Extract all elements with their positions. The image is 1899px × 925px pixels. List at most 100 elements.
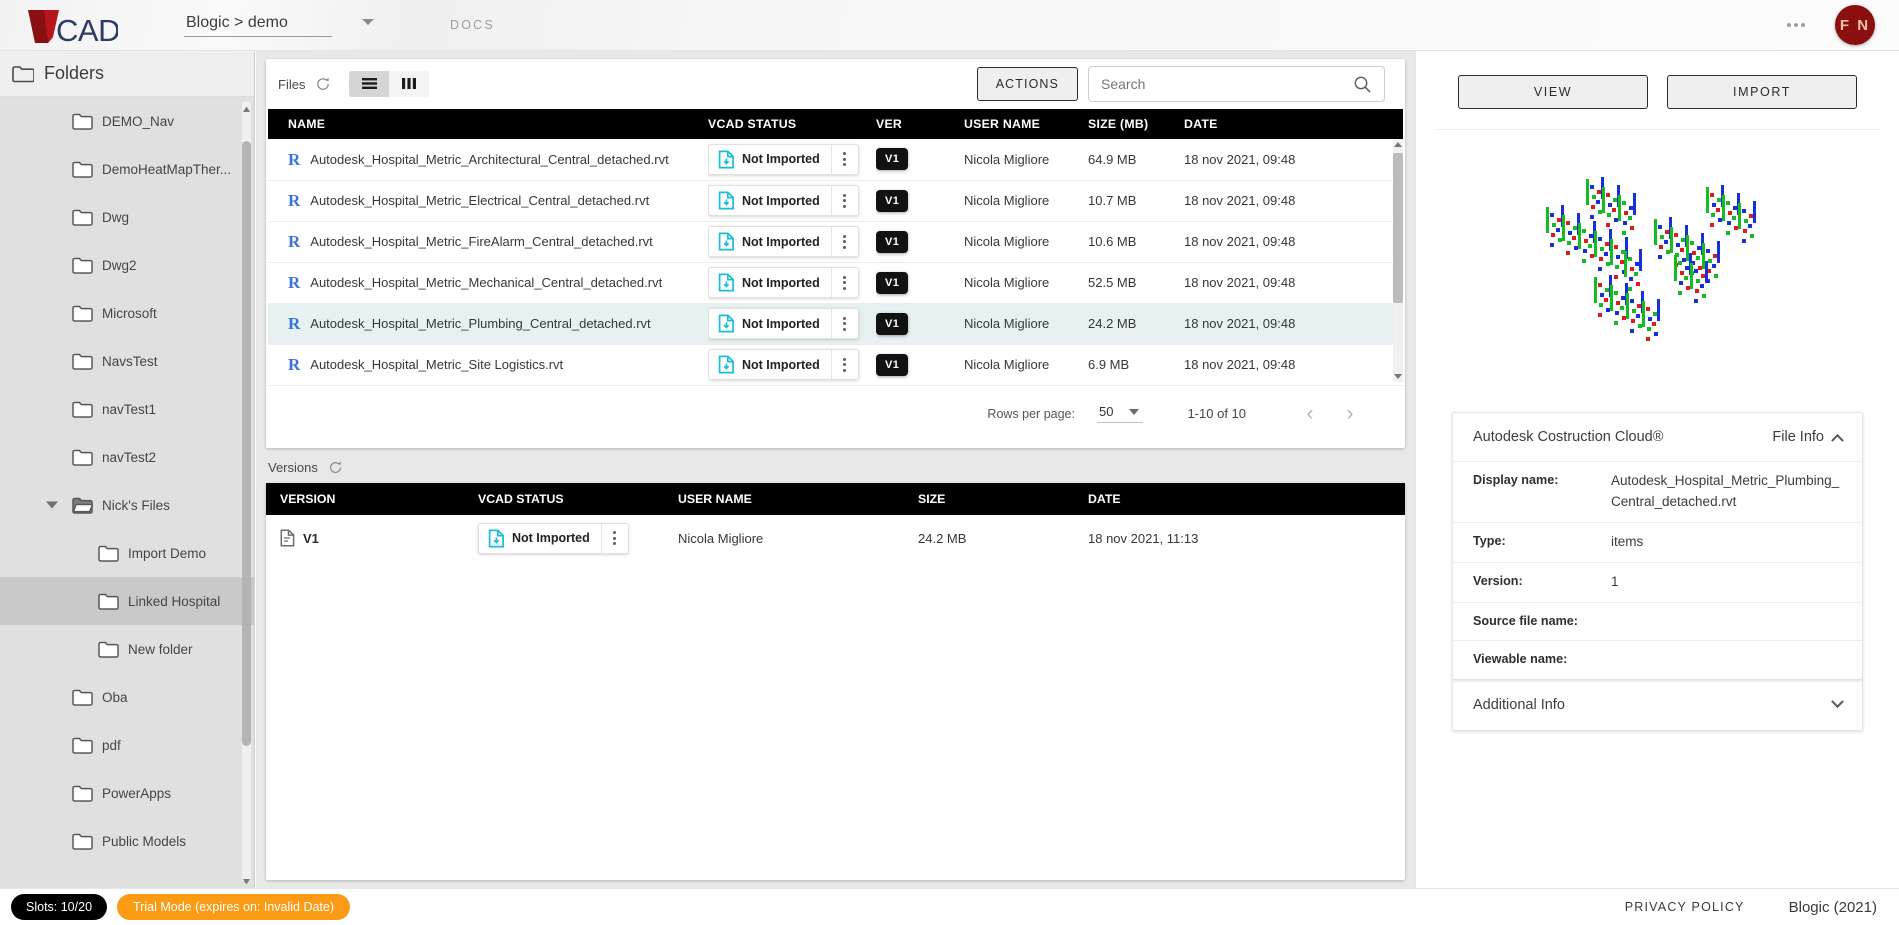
cell-name[interactable]: R Autodesk_Hospital_Metric_Architectural_… [268,139,708,181]
cell-status[interactable]: Not Imported [708,180,876,222]
cell-status[interactable]: Not Imported [478,515,678,561]
sidebar-item-demoheatmapther[interactable]: DemoHeatMapTher... [0,145,254,193]
sidebar-item-dwg2[interactable]: Dwg2 [0,241,254,289]
previous-page-button[interactable]: ‹ [1290,394,1330,434]
status-chip[interactable]: Not Imported [708,308,859,339]
status-chip-body[interactable]: Not Imported [709,273,831,292]
files-scroll-thumb[interactable] [1393,153,1403,303]
table-row[interactable]: R Autodesk_Hospital_Metric_Site Logistics… [268,344,1403,386]
search-input[interactable] [1101,76,1353,92]
actions-button[interactable]: ACTIONS [976,67,1078,101]
sidebar-item-dwg[interactable]: Dwg [0,193,254,241]
col-size[interactable]: SIZE [918,483,1088,515]
additional-info-toggle[interactable]: Additional Info [1452,679,1863,731]
status-chip-body[interactable]: Not Imported [709,314,831,333]
col-version[interactable]: VERSION [266,483,478,515]
row-menu-icon[interactable] [832,268,858,297]
sidebar-item-pdf[interactable]: pdf [0,721,254,769]
refresh-icon[interactable] [328,460,343,475]
status-chip[interactable]: Not Imported [708,185,859,216]
col-user-name[interactable]: USER NAME [964,109,1088,139]
table-row[interactable]: R Autodesk_Hospital_Metric_Electrical_Cen… [268,180,1403,222]
row-menu-icon[interactable] [832,145,858,174]
sidebar-item-navtest1[interactable]: navTest1 [0,385,254,433]
scroll-up-icon[interactable] [242,101,251,112]
docs-link[interactable]: DOCS [450,18,495,32]
status-chip[interactable]: Not Imported [478,522,629,554]
cell-name[interactable]: R Autodesk_Hospital_Metric_Mechanical_Cen… [268,262,708,304]
sidebar-item-nick-s-files[interactable]: Nick's Files [0,481,254,529]
sidebar-item-public-models[interactable]: Public Models [0,817,254,865]
chevron-down-icon[interactable] [46,501,58,509]
cell-status[interactable]: Not Imported [708,139,876,181]
col-user-name[interactable]: USER NAME [678,483,918,515]
privacy-policy-link[interactable]: PRIVACY POLICY [1625,900,1745,914]
status-chip[interactable]: Not Imported [708,143,859,175]
next-page-button[interactable]: › [1330,394,1370,434]
status-chip-body[interactable]: Not Imported [709,150,831,169]
row-menu-icon[interactable] [602,524,628,553]
table-row[interactable]: R Autodesk_Hospital_Metric_FireAlarm_Cent… [268,221,1403,263]
sidebar-item-demo-nav[interactable]: DEMO_Nav [0,97,254,145]
status-chip-body[interactable]: Not Imported [709,232,831,251]
sidebar-item-new-folder[interactable]: New folder [0,625,254,673]
sidebar-item-navtest2[interactable]: navTest2 [0,433,254,481]
project-selector[interactable]: Blogic > demo [184,14,374,37]
row-menu-icon[interactable] [832,227,858,256]
table-row[interactable]: R Autodesk_Hospital_Metric_Plumbing_Centr… [268,303,1403,345]
sidebar-scroll-thumb[interactable] [242,141,251,746]
sidebar-item-microsoft[interactable]: Microsoft [0,289,254,337]
col-size[interactable]: SIZE (MB) [1088,109,1184,139]
avatar[interactable]: F N [1835,5,1875,45]
scroll-up-icon[interactable] [1394,142,1402,147]
table-row[interactable]: R Autodesk_Hospital_Metric_Mechanical_Cen… [268,262,1403,304]
model-preview[interactable] [1416,130,1899,400]
col-vcad-status[interactable]: VCAD STATUS [708,109,876,139]
list-view-button[interactable] [349,71,390,97]
col-date[interactable]: DATE [1088,483,1405,515]
grid-view-button[interactable] [389,71,430,97]
refresh-icon[interactable] [315,76,331,92]
cell-name[interactable]: R Autodesk_Hospital_Metric_Electrical_Cen… [268,180,708,222]
sidebar-item-oba[interactable]: Oba [0,673,254,721]
sidebar-scrollbar[interactable] [242,101,251,885]
col-date[interactable]: DATE [1184,109,1403,139]
scroll-down-icon[interactable] [242,873,251,885]
cell-name[interactable]: R Autodesk_Hospital_Metric_Site Logistics… [268,344,708,386]
import-button[interactable]: IMPORT [1667,75,1857,109]
status-chip-body[interactable]: Not Imported [479,529,601,548]
sidebar-item-navstest[interactable]: NavsTest [0,337,254,385]
cell-name[interactable]: R Autodesk_Hospital_Metric_FireAlarm_Cent… [268,221,708,263]
col-name[interactable]: NAME [268,109,708,139]
table-row[interactable]: R Autodesk_Hospital_Metric_Architectural_… [268,139,1403,181]
vcad-logo[interactable]: CAD [26,3,118,47]
table-row[interactable]: V1 Not Imported Nicola Migliore 24.2 MB 18… [266,515,1405,561]
sidebar-item-linked-hospital[interactable]: Linked Hospital [0,577,254,625]
cell-status[interactable]: Not Imported [708,262,876,304]
cell-status[interactable]: Not Imported [708,303,876,345]
status-chip[interactable]: Not Imported [708,267,859,298]
sidebar-item-powerapps[interactable]: PowerApps [0,769,254,817]
row-menu-icon[interactable] [832,309,858,338]
files-table-scrollbar[interactable] [1393,139,1403,382]
status-chip-body[interactable]: Not Imported [709,191,831,210]
status-chip-body[interactable]: Not Imported [709,355,831,374]
col-vcad-status[interactable]: VCAD STATUS [478,483,678,515]
rows-per-page-select[interactable]: 50 [1096,404,1144,423]
more-options-icon[interactable] [1779,15,1813,35]
status-chip[interactable]: Not Imported [708,349,859,380]
view-mode-toggle[interactable] [349,71,430,97]
row-menu-icon[interactable] [832,350,858,379]
view-button[interactable]: VIEW [1458,75,1648,109]
info-row: Display name: Autodesk_Hospital_Metric_Pl… [1453,462,1862,523]
status-chip[interactable]: Not Imported [708,226,859,257]
file-info-toggle[interactable]: File Info [1772,429,1844,447]
cell-status[interactable]: Not Imported [708,221,876,263]
col-ver[interactable]: VER [876,109,964,139]
search-box[interactable] [1088,66,1385,102]
sidebar-item-import-demo[interactable]: Import Demo [0,529,254,577]
cell-status[interactable]: Not Imported [708,344,876,386]
cell-name[interactable]: R Autodesk_Hospital_Metric_Plumbing_Centr… [268,303,708,345]
row-menu-icon[interactable] [832,186,858,215]
scroll-down-icon[interactable] [1394,374,1402,379]
